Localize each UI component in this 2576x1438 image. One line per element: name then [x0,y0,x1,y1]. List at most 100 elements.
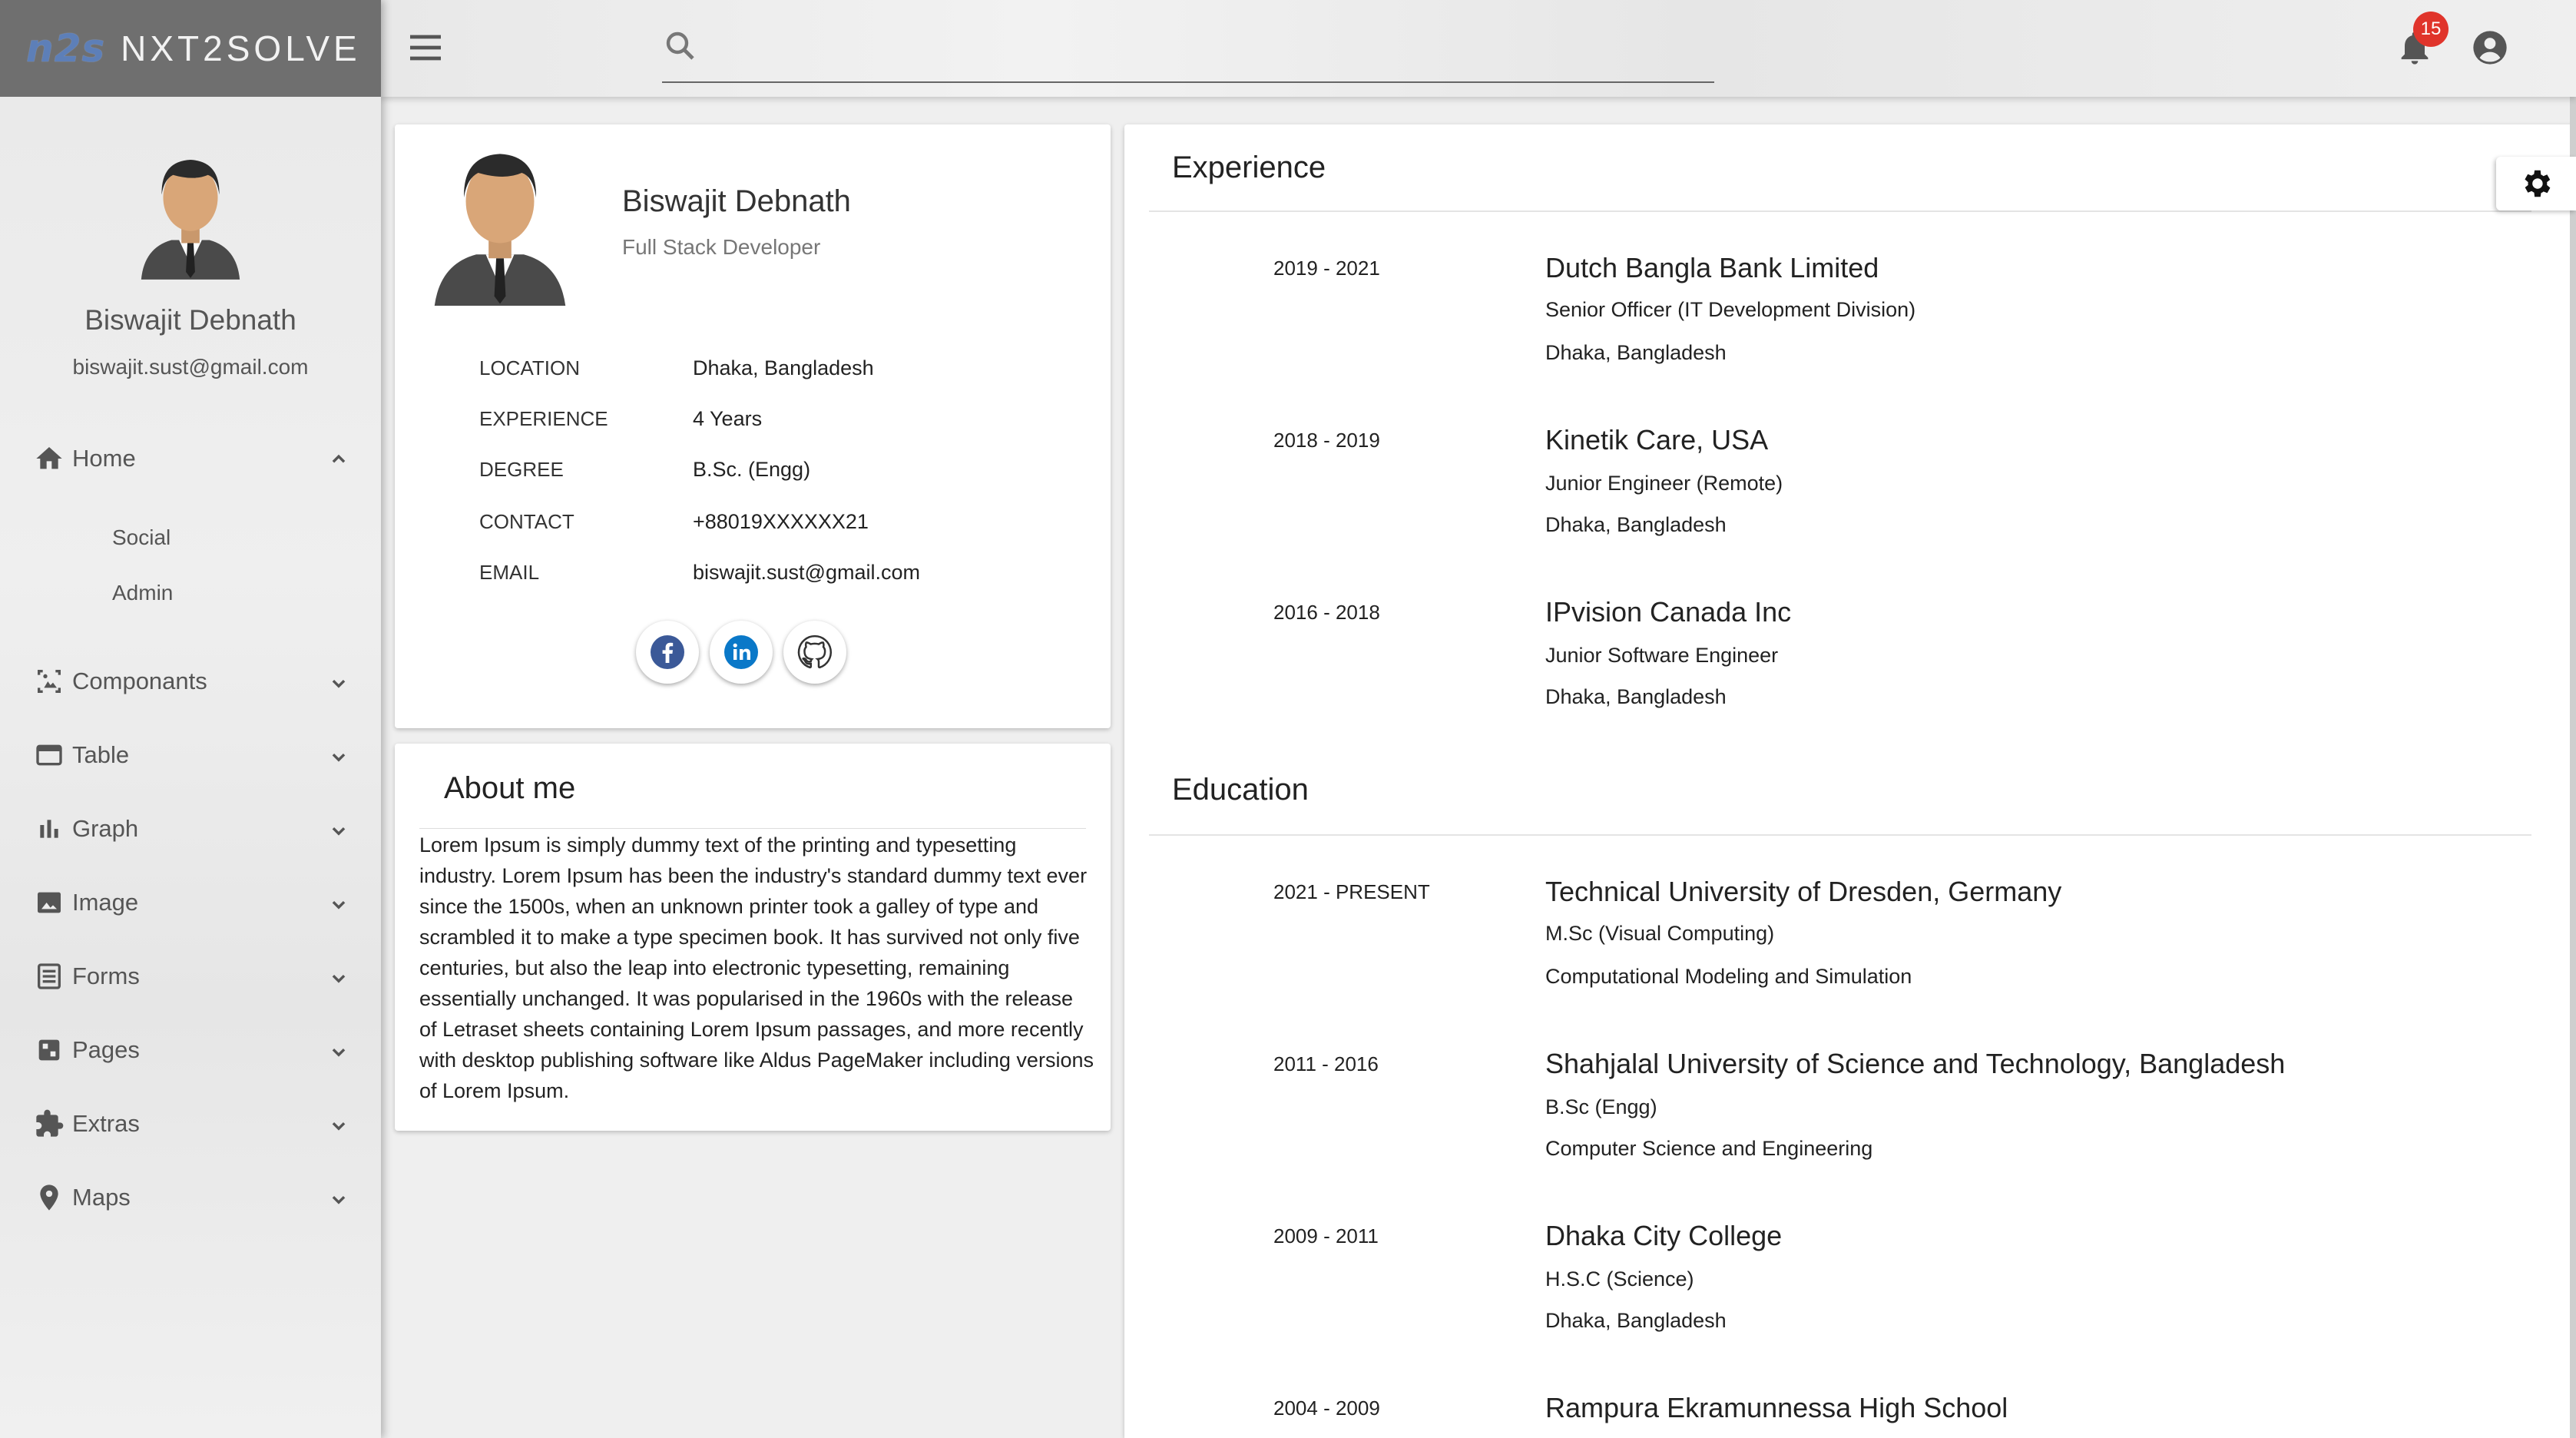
sidebar-item-label: Extras [72,1110,140,1137]
components-icon [38,670,61,693]
chevron-down-icon[interactable] [326,1039,352,1065]
search-input[interactable] [708,25,1699,71]
experience-title: Experience [1172,151,1326,184]
brand-header[interactable]: n2s NXT2SOLVE [0,0,381,97]
experience-role: Junior Software Engineer [1545,644,1779,667]
about-title: About me [444,771,576,805]
education-date: 2004 - 2009 [1273,1397,1380,1420]
resume-card: Experience 2019 - 2021 Dutch Bangla Bank… [1124,124,2576,1438]
gear-icon [2525,170,2551,197]
profile-title: Full Stack Developer [622,235,821,259]
experience-date: 2016 - 2018 [1273,601,1380,624]
sidebar-item-label: Image [72,889,139,916]
chevron-down-icon[interactable] [326,744,352,770]
sidebar-subitem-admin[interactable]: Admin [112,581,173,605]
puzzle-icon [36,1109,64,1137]
sidebar-item-home[interactable]: Home [0,432,381,485]
info-label-contact: CONTACT [479,510,574,533]
graph-icon [40,820,58,838]
divider [1149,834,2531,836]
search-icon[interactable] [662,28,699,65]
experience-company: Dutch Bangla Bank Limited [1545,252,1879,283]
about-card: About me Lorem Ipsum is simply dummy tex… [395,744,1111,1131]
github-button[interactable] [783,621,846,684]
brand-name: NXT2SOLVE [121,28,361,68]
divider [419,828,1086,829]
experience-location: Dhaka, Bangladesh [1545,513,1727,536]
info-value-degree: B.Sc. (Engg) [693,458,811,481]
settings-button[interactable] [2496,157,2576,210]
sidebar-item-label: Componants [72,668,207,694]
pages-icon [38,1039,60,1061]
sidebar-user-name: Biswajit Debnath [84,304,296,336]
scrollbar[interactable] [2570,97,2576,1438]
image-icon [38,892,61,913]
sidebar-item-forms[interactable]: Forms [0,949,381,1003]
sidebar-subitem-social[interactable]: Social [112,525,171,550]
info-value-location: Dhaka, Bangladesh [693,356,874,379]
education-date: 2011 - 2016 [1273,1052,1379,1075]
info-value-experience: 4 Years [693,407,763,430]
education-institution: Rampura Ekramunnessa High School [1545,1392,2008,1423]
education-degree: B.Sc (Engg) [1545,1095,1657,1118]
education-date: 2009 - 2011 [1273,1224,1379,1247]
info-label-experience: EXPERIENCE [479,407,608,430]
sidebar-item-label: Maps [72,1184,131,1211]
chevron-down-icon[interactable] [326,965,352,991]
divider [1149,210,2531,212]
account-icon[interactable] [2470,28,2510,68]
user-avatar [141,159,240,280]
education-title: Education [1172,773,1309,807]
sidebar-item-image[interactable]: Image [0,876,381,929]
info-value-contact: +88019XXXXXX21 [693,510,869,533]
chevron-down-icon[interactable] [326,891,352,917]
chevron-down-icon[interactable] [326,1186,352,1212]
sidebar-item-graph[interactable]: Graph [0,802,381,856]
sidebar-item-label: Graph [72,815,139,842]
linkedin-icon [724,635,758,669]
sidebar-item-table[interactable]: Table [0,728,381,782]
sidebar-item-componants[interactable]: Componants [0,654,381,708]
education-detail: Computational Modeling and Simulation [1545,965,1912,988]
experience-location: Dhaka, Bangladesh [1545,341,1727,364]
education-institution: Technical University of Dresden, Germany [1545,876,2062,907]
education-detail: Computer Science and Engineering [1545,1137,1873,1160]
education-date: 2021 - PRESENT [1273,880,1430,903]
top-app-bar [381,0,2576,97]
sidebar-item-maps[interactable]: Maps [0,1171,381,1224]
education-institution: Shahjalal University of Science and Tech… [1545,1048,2286,1079]
search-bar[interactable] [662,17,1714,83]
chevron-down-icon[interactable] [326,670,352,696]
sidebar-item-label: Table [72,741,130,768]
info-label-location: LOCATION [479,356,580,379]
chevron-down-icon[interactable] [326,1112,352,1138]
info-label-email: EMAIL [479,561,540,584]
sidebar-item-extras[interactable]: Extras [0,1097,381,1151]
brand-logo: n2s [26,26,106,71]
education-degree: M.Sc (Visual Computing) [1545,922,1775,945]
menu-icon[interactable] [407,31,444,65]
facebook-button[interactable] [636,621,699,684]
experience-date: 2018 - 2019 [1273,429,1380,452]
sidebar-item-label: Pages [72,1036,140,1063]
home-icon [36,447,62,469]
sidebar-item-label: Home [72,445,136,472]
profile-name: Biswajit Debnath [622,184,851,218]
experience-role: Senior Officer (IT Development Division) [1545,298,1916,321]
chevron-up-icon[interactable] [326,446,352,472]
experience-role: Junior Engineer (Remote) [1545,472,1783,495]
experience-date: 2019 - 2021 [1273,257,1380,280]
info-value-email: biswajit.sust@gmail.com [693,561,920,584]
sidebar-item-pages[interactable]: Pages [0,1023,381,1077]
table-icon [36,744,62,766]
experience-company: IPvision Canada Inc [1545,596,1792,628]
about-text: Lorem Ipsum is simply dummy text of the … [419,833,1094,1102]
education-institution: Dhaka City College [1545,1220,1783,1251]
education-detail: Dhaka, Bangladesh [1545,1309,1727,1332]
forms-icon [38,963,61,989]
sidebar-user-email: biswajit.sust@gmail.com [72,355,309,379]
chevron-down-icon[interactable] [326,817,352,843]
education-degree: H.S.C (Science) [1545,1267,1694,1291]
sidebar-item-label: Forms [72,963,140,989]
linkedin-button[interactable] [710,621,773,684]
